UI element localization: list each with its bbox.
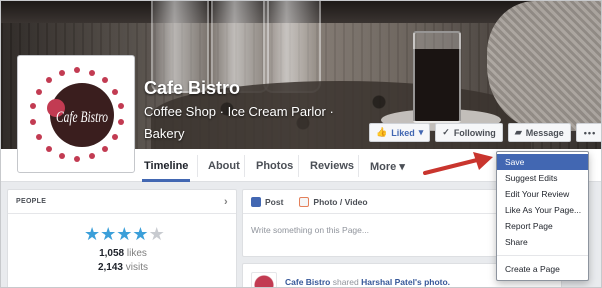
page-actions: 👍 Liked ▾ ✓ Following ▰ Message •••: [369, 123, 601, 142]
visits-stat[interactable]: 2,143 visits: [8, 262, 238, 273]
tab-more[interactable]: More ▾: [370, 160, 405, 173]
tab-reviews[interactable]: Reviews: [310, 160, 354, 172]
page-category[interactable]: Coffee Shop · Ice Cream Parlor · Bakery: [144, 101, 334, 145]
page-title[interactable]: Cafe Bistro: [144, 78, 240, 99]
star-icon: ★: [116, 224, 133, 244]
liked-button[interactable]: 👍 Liked ▾: [369, 123, 431, 142]
likes-stat[interactable]: 1,058 likes: [8, 248, 238, 259]
likes-count: 1,058: [99, 248, 125, 259]
logo-wordmark: Cafe Bistro: [56, 109, 108, 126]
composer-input[interactable]: Write something on this Page...: [251, 225, 369, 235]
tab-photos[interactable]: Photos: [256, 160, 293, 172]
people-heading: PEOPLE: [16, 198, 47, 205]
menu-item-suggest-edits[interactable]: Suggest Edits: [497, 170, 588, 186]
page-category-line: Bakery: [144, 126, 185, 141]
tab-divider: [197, 155, 198, 177]
tab-divider: [244, 155, 245, 177]
star-empty-icon: ★: [148, 224, 165, 244]
menu-divider: [497, 255, 588, 256]
checkmark-icon: ✓: [442, 127, 450, 137]
star-icon: ★: [84, 224, 101, 244]
menu-item-create-page[interactable]: Create a Page: [497, 261, 588, 277]
tab-about[interactable]: About: [208, 160, 240, 172]
menu-item-report-page[interactable]: Report Page: [497, 218, 588, 234]
people-header[interactable]: PEOPLE ›: [8, 190, 236, 214]
story-actor-link[interactable]: Cafe Bistro: [285, 277, 330, 287]
composer-tab-post[interactable]: Post: [251, 196, 284, 207]
menu-item-like-as-page[interactable]: Like As Your Page...: [497, 202, 588, 218]
pencil-icon: [251, 196, 261, 207]
visits-count: 2,143: [97, 262, 123, 273]
composer-tab-photo-video[interactable]: Photo / Video: [299, 196, 368, 207]
star-rating[interactable]: ★★★★★: [84, 224, 165, 245]
message-label: Message: [525, 127, 564, 138]
composer-post-label: Post: [265, 196, 284, 207]
likes-label: likes: [126, 248, 147, 259]
annotation-arrow-icon: [423, 152, 493, 175]
menu-item-edit-review[interactable]: Edit Your Review: [497, 186, 588, 202]
facebook-page-frame: Cafe Bistro Cafe Bistro Coffee Shop · Ic…: [0, 0, 602, 288]
menu-item-save[interactable]: Save: [497, 154, 588, 170]
page-category-line: Coffee Shop · Ice Cream Parlor ·: [144, 104, 334, 119]
story-verb: shared: [332, 277, 359, 287]
story-object-link[interactable]: Harshal Patel's photo.: [361, 277, 450, 287]
people-panel: PEOPLE › ★★★★★ 1,058 likes 2,143 visits: [7, 189, 238, 287]
chat-bubble-icon: ▰: [514, 127, 522, 137]
following-label: Following: [453, 127, 496, 138]
chevron-right-icon: ›: [224, 195, 228, 208]
visits-label: visits: [125, 262, 149, 273]
liked-label: Liked: [391, 127, 415, 138]
tab-divider: [358, 155, 359, 177]
tab-divider: [298, 155, 299, 177]
tab-timeline[interactable]: Timeline: [141, 160, 191, 182]
photo-icon: [299, 196, 310, 207]
more-options-button[interactable]: •••: [575, 123, 601, 142]
star-icon: ★: [100, 224, 117, 244]
thumbs-up-icon: 👍: [376, 127, 388, 137]
cover-burlap-sack: [487, 1, 601, 131]
following-button[interactable]: ✓ Following: [435, 123, 503, 142]
message-button[interactable]: ▰ Message: [507, 123, 571, 142]
more-options-menu: Save Suggest Edits Edit Your Review Like…: [496, 151, 589, 281]
chevron-down-icon: ▾: [418, 127, 424, 137]
cafe-bistro-logo: Cafe Bistro: [30, 67, 124, 162]
composer-photo-label: Photo / Video: [313, 196, 368, 207]
profile-picture[interactable]: Cafe Bistro: [17, 55, 135, 173]
cover-coffee-glass: [413, 31, 461, 123]
story-header: Cafe Bistro shared Harshal Patel's photo…: [285, 277, 450, 287]
star-icon: ★: [132, 224, 149, 244]
cover-jar: [263, 1, 321, 93]
story-avatar[interactable]: [251, 272, 277, 287]
menu-item-share[interactable]: Share: [497, 234, 588, 250]
